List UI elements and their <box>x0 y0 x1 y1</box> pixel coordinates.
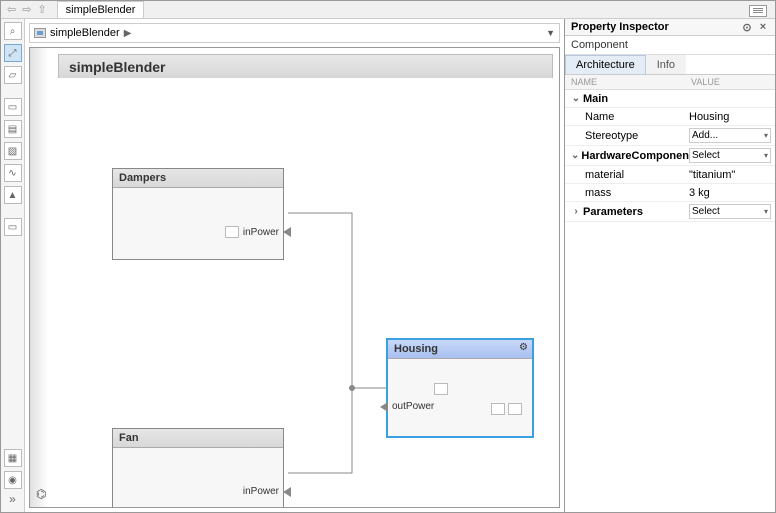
block-housing[interactable]: Housing ⚙ outPower <box>386 338 534 438</box>
nav-back-icon[interactable]: ⇦ <box>7 3 16 16</box>
tab-info[interactable]: Info <box>646 55 686 74</box>
nav-arrows: ⇦ ⇨ ⇧ <box>1 3 53 16</box>
left-toolbar: ⌕ ⤢ ▱ ▭ ▤ ▧ ∿ ▲ ▭ ▦ ◉ » <box>1 19 25 512</box>
tool-image-icon[interactable]: ▲ <box>4 186 22 204</box>
main-area: ⌕ ⤢ ▱ ▭ ▤ ▧ ∿ ▲ ▭ ▦ ◉ » simpleBlender ▶ … <box>1 19 775 512</box>
property-inspector: Property Inspector ⊙ × Component Archite… <box>565 19 775 512</box>
section-parameters[interactable]: ›Parameters Select▾ <box>565 202 775 222</box>
row-material: material "titanium" <box>565 166 775 184</box>
inspector-close-icon[interactable]: × <box>757 21 769 33</box>
chevron-right-icon[interactable]: › <box>571 206 581 217</box>
inspector-tabs: Architecture Info <box>565 55 775 75</box>
tool-comment-icon[interactable]: ▭ <box>4 218 22 236</box>
prop-name-value[interactable]: Housing <box>689 111 771 123</box>
prop-stereotype-label: Stereotype <box>585 130 638 142</box>
breadcrumb-chevron-icon: ▶ <box>124 28 132 39</box>
row-stereotype: Stereotype Add...▾ <box>565 126 775 146</box>
block-fan[interactable]: Fan inPower <box>112 428 284 508</box>
chevron-down-icon: ▾ <box>764 207 768 216</box>
sub-block-icon <box>434 383 448 395</box>
port-label: inPower <box>243 486 279 497</box>
port-box-icon <box>225 226 239 238</box>
hierarchy-icon[interactable]: ⌬ <box>36 487 46 501</box>
hw-select[interactable]: Select▾ <box>689 148 771 163</box>
nav-up-icon[interactable]: ⇧ <box>37 3 46 16</box>
block-dampers[interactable]: Dampers inPower <box>112 168 284 260</box>
app-root: ⇦ ⇨ ⇧ simpleBlender ⌕ ⤢ ▱ ▭ ▤ ▧ ∿ ▲ ▭ ▦ … <box>0 0 776 513</box>
sub-block-icons <box>491 403 522 415</box>
prop-mass-value[interactable]: 3 kg <box>689 187 771 199</box>
tool-fit-icon[interactable]: ⤢ <box>4 44 22 62</box>
prop-name-label: Name <box>585 111 614 123</box>
chevron-down-icon[interactable]: ⌄ <box>571 150 579 161</box>
tool-chart-icon[interactable]: ▧ <box>4 142 22 160</box>
inspector-columns-header: NAME VALUE <box>565 75 775 90</box>
tool-signal-icon[interactable]: ∿ <box>4 164 22 182</box>
breadcrumb-dropdown-icon[interactable]: ▼ <box>546 28 555 38</box>
canvas[interactable]: simpleBlender Dampers in <box>29 47 560 508</box>
tool-library-icon[interactable]: ▦ <box>4 449 22 467</box>
port-fan-inpower[interactable]: inPower <box>243 486 291 497</box>
canvas-inner: Dampers inPower Fan <box>52 78 557 505</box>
port-label: inPower <box>243 227 279 238</box>
row-name: Name Housing <box>565 108 775 126</box>
canvas-title: simpleBlender <box>58 54 553 80</box>
col-name: NAME <box>565 75 685 89</box>
prop-material-value[interactable]: "titanium" <box>689 169 771 181</box>
inspector-titlebar: Property Inspector ⊙ × <box>565 19 775 36</box>
block-housing-header: Housing <box>388 340 532 359</box>
chevron-down-icon[interactable]: ⌄ <box>571 93 581 104</box>
port-housing-outpower[interactable]: outPower <box>380 401 434 412</box>
nav-forward-icon[interactable]: ⇨ <box>22 3 31 16</box>
tool-scope-icon[interactable]: ▤ <box>4 120 22 138</box>
inspector-title: Property Inspector <box>571 21 669 33</box>
file-tab-label: simpleBlender <box>66 4 136 16</box>
minimap-icon[interactable] <box>749 5 767 17</box>
tool-pan-icon[interactable]: ▱ <box>4 66 22 84</box>
model-icon <box>34 28 46 38</box>
chevron-down-icon: ▾ <box>764 151 768 160</box>
port-dampers-inpower[interactable]: inPower <box>225 226 291 238</box>
section-hardware[interactable]: ⌄HardwareComponent Select▾ <box>565 146 775 166</box>
port-triangle-icon <box>283 487 291 497</box>
breadcrumb-model: simpleBlender <box>50 27 120 39</box>
port-triangle-icon <box>380 402 388 412</box>
tool-record-icon[interactable]: ◉ <box>4 471 22 489</box>
stereotype-badge-icon: ⚙ <box>519 342 528 353</box>
inspector-minimize-icon[interactable]: ⊙ <box>741 21 753 33</box>
tool-zoom-icon[interactable]: ⌕ <box>4 22 22 40</box>
inspector-subtitle: Component <box>565 36 775 55</box>
toolbar-expand-icon[interactable]: » <box>1 492 24 506</box>
row-mass: mass 3 kg <box>565 184 775 202</box>
tab-architecture[interactable]: Architecture <box>565 55 646 74</box>
file-tab-bar: ⇦ ⇨ ⇧ simpleBlender <box>1 1 775 19</box>
prop-material-label: material <box>585 169 624 181</box>
block-dampers-header: Dampers <box>113 169 283 188</box>
section-hw-label: HardwareComponent <box>581 150 692 162</box>
params-select[interactable]: Select▾ <box>689 204 771 219</box>
section-main[interactable]: ⌄Main <box>565 90 775 108</box>
chevron-down-icon: ▾ <box>764 131 768 140</box>
tool-block-icon[interactable]: ▭ <box>4 98 22 116</box>
prop-mass-label: mass <box>585 187 611 199</box>
breadcrumb-bar[interactable]: simpleBlender ▶ ▼ <box>29 23 560 43</box>
canvas-column: simpleBlender ▶ ▼ simpleBlender Dampers <box>25 19 565 512</box>
port-label: outPower <box>392 401 434 412</box>
stereotype-select[interactable]: Add...▾ <box>689 128 771 143</box>
col-value: VALUE <box>685 75 775 89</box>
section-main-label: Main <box>583 93 608 105</box>
section-params-label: Parameters <box>583 206 643 218</box>
port-triangle-icon <box>283 227 291 237</box>
file-tab[interactable]: simpleBlender <box>57 1 145 18</box>
block-fan-header: Fan <box>113 429 283 448</box>
